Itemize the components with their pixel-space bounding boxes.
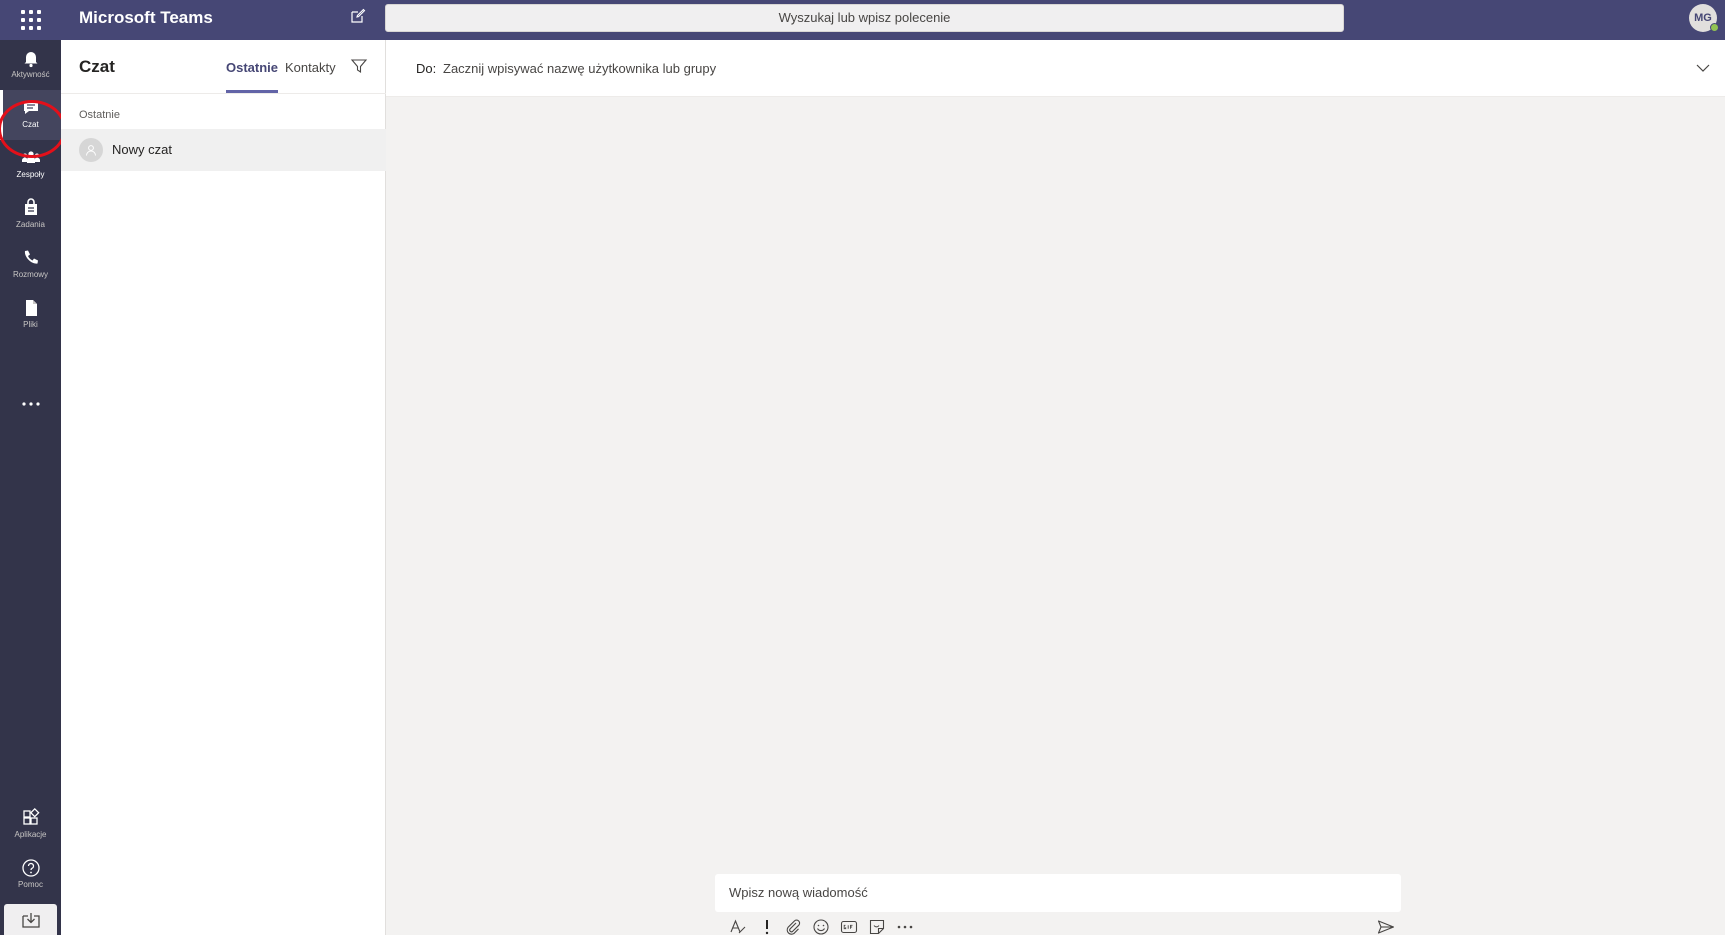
avatar [79, 138, 103, 162]
app-rail: Aktywność Czat Zespoły Zadania Rozmowy P… [0, 40, 61, 935]
rail-item-label: Zadania [16, 220, 45, 229]
chat-icon [20, 97, 42, 119]
rail-item-chat[interactable]: Czat [0, 90, 61, 140]
person-icon [86, 145, 96, 156]
send-icon[interactable] [1377, 918, 1395, 935]
chat-list-pane: Czat Ostatnie Kontakty Ostatnie Nowy cza… [61, 40, 386, 935]
presence-available-icon [1710, 23, 1719, 32]
gif-icon[interactable] [840, 918, 858, 935]
top-bar: Microsoft Teams Wyszukaj lub wpisz polec… [0, 0, 1725, 40]
bell-icon [20, 47, 42, 69]
section-label: Ostatnie [79, 109, 120, 121]
chevron-down-icon[interactable] [1695, 60, 1711, 76]
download-icon [21, 913, 40, 928]
phone-icon [20, 247, 42, 269]
format-icon[interactable] [729, 918, 747, 935]
message-input[interactable] [715, 874, 1401, 910]
app-launcher-icon[interactable] [14, 4, 48, 36]
search-input[interactable]: Wyszukaj lub wpisz polecenie [385, 4, 1344, 32]
rail-item-calls[interactable]: Rozmowy [0, 240, 61, 290]
rail-item-assignments[interactable]: Zadania [0, 190, 61, 240]
page-title: Czat [79, 57, 115, 76]
rail-item-label: Czat [22, 120, 39, 129]
recipient-header: Do: [386, 40, 1725, 97]
help-icon [20, 857, 42, 879]
list-item[interactable]: Nowy czat [61, 129, 386, 171]
new-chat-icon[interactable] [350, 8, 370, 28]
rail-item-files[interactable]: Pliki [0, 290, 61, 340]
file-icon [20, 297, 42, 319]
divider [61, 93, 386, 94]
apps-icon [20, 807, 42, 829]
tab-contacts[interactable]: Kontakty [285, 60, 336, 93]
filter-icon[interactable] [350, 58, 369, 76]
rail-item-label: Pomoc [18, 880, 43, 889]
avatar-initials: MG [1694, 12, 1712, 24]
attach-icon[interactable] [784, 918, 802, 935]
to-label: Do: [416, 61, 437, 76]
rail-item-label: Rozmowy [12, 270, 49, 279]
assignments-icon [20, 197, 42, 219]
download-app-button[interactable] [4, 904, 57, 935]
rail-item-apps[interactable]: Aplikacje [0, 800, 61, 850]
recipient-input[interactable] [443, 57, 1643, 79]
more-apps-icon[interactable] [0, 392, 61, 422]
more-options-icon[interactable] [896, 918, 914, 935]
rail-item-label: Zespoły [16, 170, 45, 179]
emoji-icon[interactable] [812, 918, 830, 935]
rail-item-teams[interactable]: Zespoły [0, 140, 61, 190]
chat-name: Nowy czat [112, 142, 172, 157]
tab-recent[interactable]: Ostatnie [226, 60, 279, 93]
avatar[interactable]: MG [1689, 4, 1719, 32]
message-composer [715, 874, 1401, 912]
importance-icon[interactable] [758, 918, 776, 935]
conversation-area: Do: [386, 40, 1725, 935]
rail-item-label: Aktywność [11, 70, 50, 79]
teams-icon [20, 147, 42, 169]
sticker-icon[interactable] [868, 918, 886, 935]
rail-item-activity[interactable]: Aktywność [0, 40, 61, 90]
rail-item-label: Pliki [23, 320, 38, 329]
app-title: Microsoft Teams [79, 8, 213, 27]
rail-item-help[interactable]: Pomoc [0, 850, 61, 900]
rail-item-label: Aplikacje [14, 830, 47, 839]
